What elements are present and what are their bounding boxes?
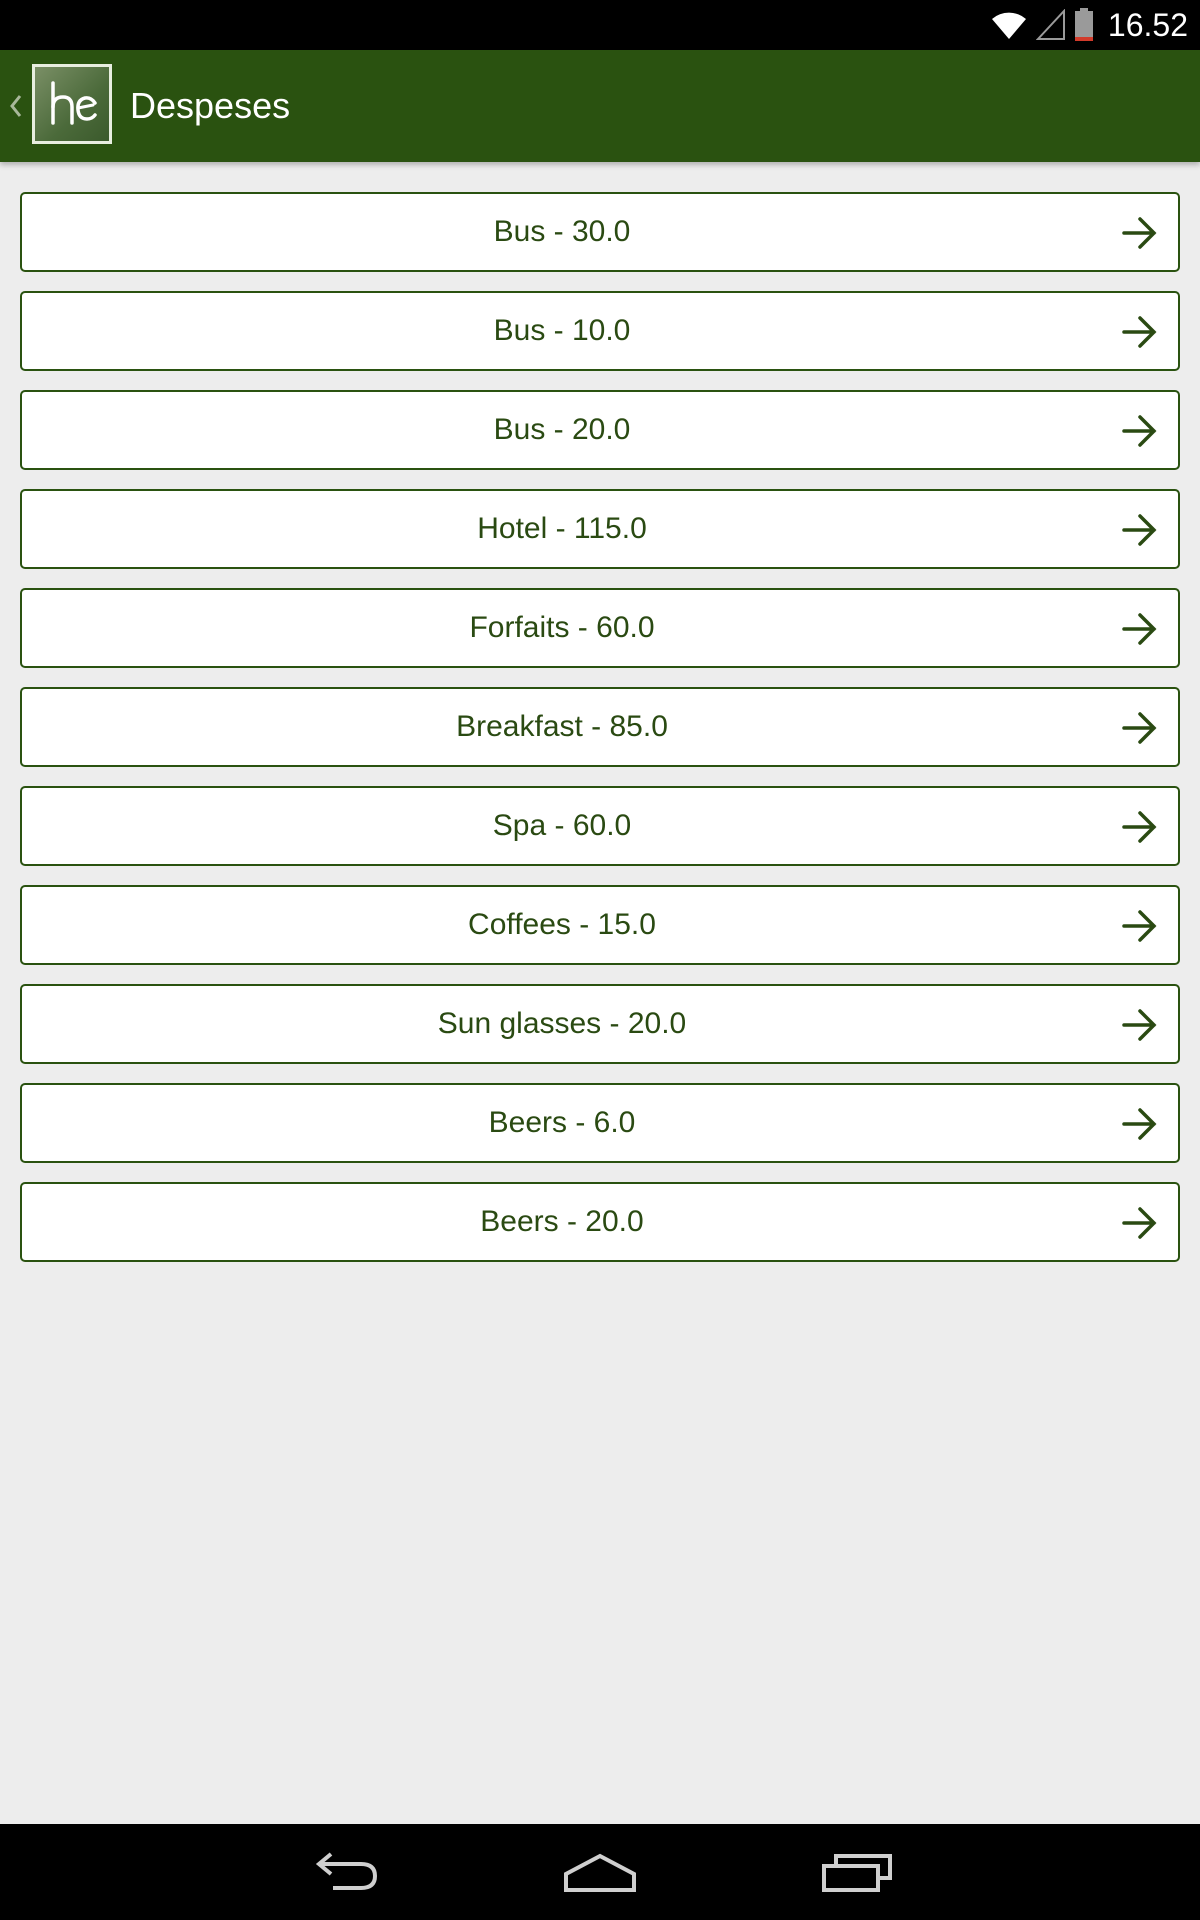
expense-item[interactable]: Breakfast - 85.0 — [20, 687, 1180, 767]
expense-item[interactable]: Spa - 60.0 — [20, 786, 1180, 866]
hc-logo-icon — [51, 81, 97, 125]
expense-item[interactable]: Forfaits - 60.0 — [20, 588, 1180, 668]
back-nav-icon[interactable] — [303, 1844, 383, 1900]
expense-item[interactable]: Hotel - 115.0 — [20, 489, 1180, 569]
wifi-icon — [991, 12, 1026, 39]
expense-label: Bus - 20.0 — [493, 413, 631, 446]
arrow-right-icon — [1122, 316, 1157, 348]
battery-icon — [1074, 8, 1093, 41]
expense-item[interactable]: Bus - 30.0 — [20, 192, 1180, 272]
arrow-right-icon — [1122, 910, 1157, 942]
status-bar: 16.52 — [0, 0, 1200, 50]
back-caret-icon[interactable] — [6, 86, 26, 126]
arrow-right-icon — [1122, 811, 1157, 843]
status-time: 16.52 — [1107, 6, 1188, 43]
arrow-right-icon — [1122, 415, 1157, 447]
arrow-right-icon — [1122, 1009, 1157, 1041]
expense-list: Bus - 30.0 Bus - 10.0 Bus - 20.0 Hotel -… — [20, 192, 1180, 1281]
expense-item[interactable]: Beers - 20.0 — [20, 1182, 1180, 1262]
cell-signal-icon — [1035, 9, 1065, 40]
status-icons: 16.52 — [990, 0, 1188, 50]
expense-label: Sun glasses - 20.0 — [437, 1007, 687, 1040]
expense-label: Beers - 6.0 — [488, 1106, 636, 1139]
arrow-right-icon — [1122, 1108, 1157, 1140]
expense-label: Coffees - 15.0 — [468, 908, 656, 941]
expense-item[interactable]: Beers - 6.0 — [20, 1083, 1180, 1163]
arrow-right-icon — [1122, 613, 1157, 645]
expense-item[interactable]: Sun glasses - 20.0 — [20, 984, 1180, 1064]
expense-label: Spa - 60.0 — [492, 809, 632, 842]
recents-nav-icon[interactable] — [818, 1844, 898, 1900]
expense-item[interactable]: Coffees - 15.0 — [20, 885, 1180, 965]
expense-item[interactable]: Bus - 20.0 — [20, 390, 1180, 470]
app-logo[interactable] — [32, 64, 112, 144]
page-title: Despeses — [130, 85, 291, 126]
arrow-right-icon — [1122, 1207, 1157, 1239]
navigation-bar — [0, 1824, 1200, 1920]
action-bar: Despeses — [0, 50, 1200, 162]
expense-label: Beers - 20.0 — [480, 1205, 644, 1238]
expense-item[interactable]: Bus - 10.0 — [20, 291, 1180, 371]
arrow-right-icon — [1122, 712, 1157, 744]
expense-label: Breakfast - 85.0 — [456, 710, 668, 743]
expense-label: Forfaits - 60.0 — [469, 611, 655, 644]
arrow-right-icon — [1122, 217, 1157, 249]
expense-label: Bus - 10.0 — [493, 314, 631, 347]
home-nav-icon[interactable] — [560, 1844, 640, 1900]
expense-label: Bus - 30.0 — [493, 215, 631, 248]
expense-label: Hotel - 115.0 — [477, 512, 647, 545]
arrow-right-icon — [1122, 514, 1157, 546]
